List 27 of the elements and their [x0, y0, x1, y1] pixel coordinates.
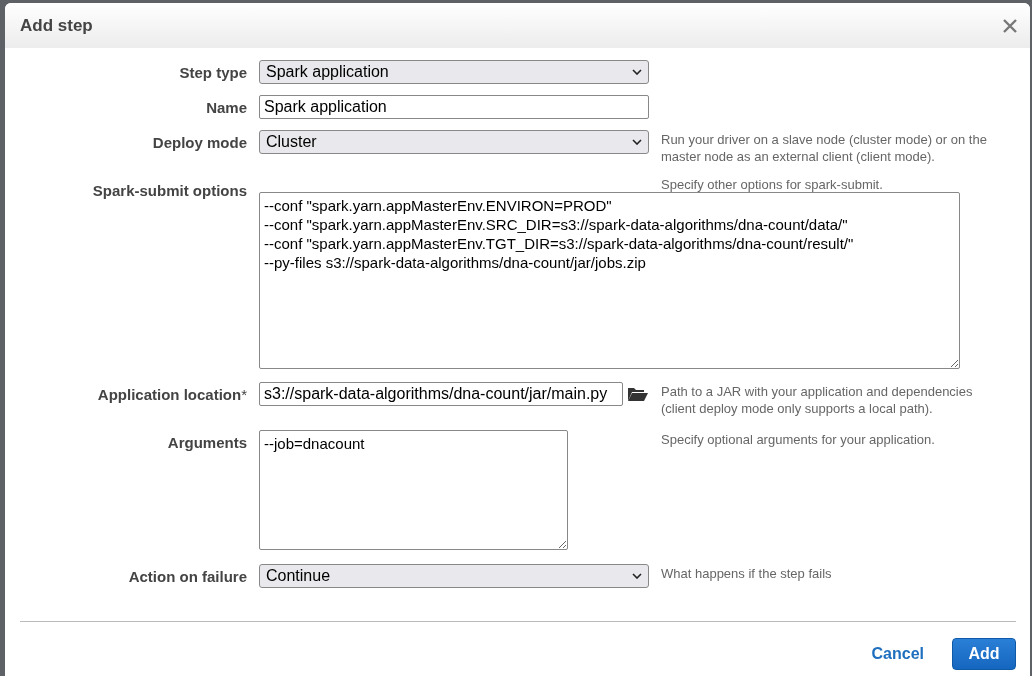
field-label: Application location*	[97, 386, 247, 403]
dialog-title: Add step	[20, 15, 93, 36]
caret-icon	[632, 573, 642, 579]
cancel-link[interactable]: Cancel	[871, 645, 924, 663]
field-label: Name	[206, 99, 247, 116]
field-label: Action on failure	[128, 568, 247, 585]
help-text: Path to a JAR with your application and dependencies (client deploy mode only supports a local path).	[661, 383, 974, 417]
help-text: Specify other options for spark-submit.	[661, 178, 884, 192]
field-label: Spark-submit options	[92, 182, 247, 199]
name-field[interactable]: Spark application	[259, 95, 649, 119]
arguments-field[interactable]: --job=dnacount	[259, 430, 568, 550]
options-field[interactable]: --conf "spark.yarn.appMasterEnv.ENVIRON=PROD" --conf "spark.yarn.appMasterEnv.SRC_DIR=s3://spark-data-algorithms/dna-count/data/" --conf "spark.yarn.appMasterEnv.TGT_DIR=s3://spark-data-algorithms/dna-count/result/" --py-files s3://spark-data-algorithms/dna-count/jar/jobs.zip	[259, 192, 960, 369]
field-label: Deploy mode	[152, 134, 247, 151]
dropdown[interactable]: Continue	[259, 564, 649, 588]
caret-icon	[632, 69, 642, 75]
help-text: Run your driver on a slave node (cluster mode) or on the master node as an external client (client mode).	[661, 131, 988, 165]
dropdown[interactable]: Spark application	[259, 60, 649, 84]
help-text: Specify optional arguments for your application.	[661, 431, 936, 448]
folder-icon[interactable]	[627, 386, 649, 402]
dropdown[interactable]: Cluster	[259, 130, 649, 154]
close-icon[interactable]	[1002, 17, 1018, 34]
field-label: Arguments	[167, 434, 247, 451]
add-button[interactable]: Add	[952, 638, 1016, 670]
caret-icon	[632, 139, 642, 145]
help-text: What happens if the step fails	[661, 565, 833, 582]
location-field[interactable]: s3://spark-data-algorithms/dna-count/jar/main.py	[259, 382, 623, 406]
field-label: Step type	[179, 64, 247, 81]
